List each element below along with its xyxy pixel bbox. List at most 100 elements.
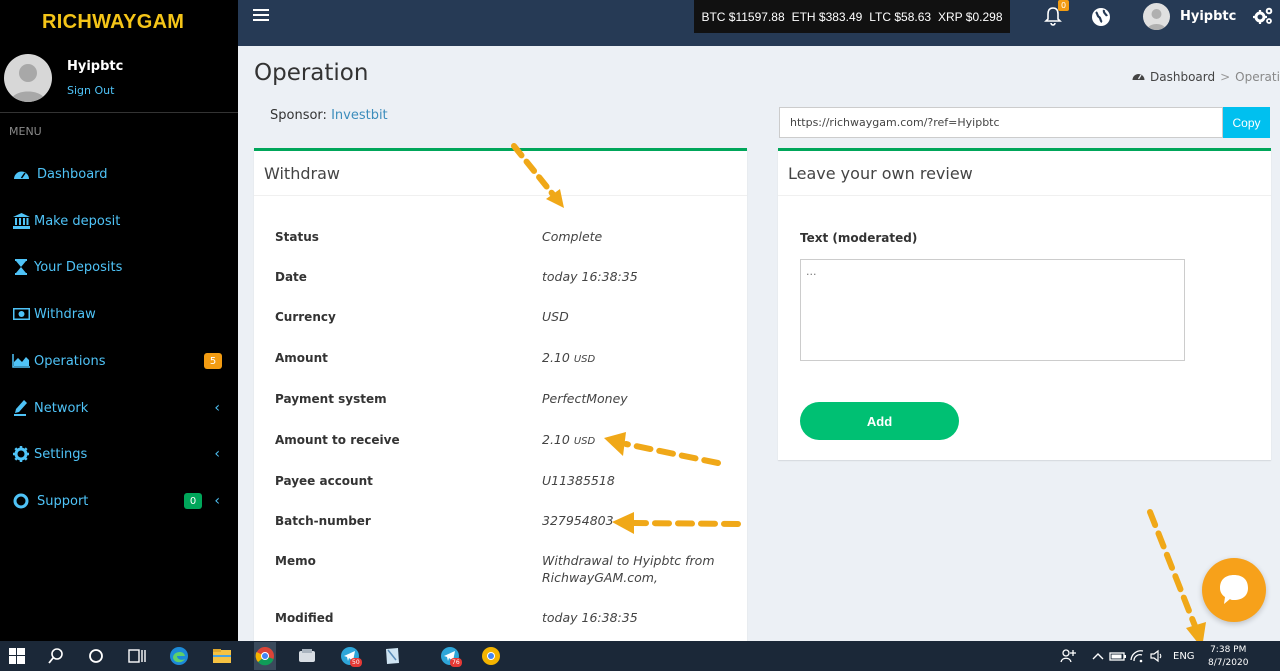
amount-number: 2.10 [542,350,570,365]
breadcrumb-current: Operation [1235,70,1280,84]
people-icon[interactable] [1058,646,1078,666]
copy-button[interactable]: Copy [1223,107,1270,138]
sidebar-item-label: Withdraw [34,306,96,322]
file-explorer-icon[interactable] [212,646,232,666]
sidebar-item-label: Your Deposits [34,259,123,275]
sidebar: RICHWAYGAM Hyipbtc Sign Out MENU Dashboa… [0,0,238,641]
top-username[interactable]: Hyipbtc [1180,9,1236,24]
sidebar-item-make-deposit[interactable]: Make deposit [0,203,238,239]
breadcrumb-home-link[interactable]: Dashboard [1150,70,1215,84]
review-text-label: Text (moderated) [800,231,918,245]
breadcrumb-separator: > [1220,70,1231,84]
ticker-ltc: LTC $58.63 [869,9,932,24]
avatar[interactable] [1143,3,1170,30]
operations-count-badge: 5 [204,353,222,369]
chevron-left-icon: ‹ [214,446,220,462]
detail-label: Payee account [275,474,373,488]
detail-label: Date [275,270,307,284]
ticker-btc: BTC $11597.88 [701,9,785,24]
sidebar-item-network[interactable]: Network ‹ [0,390,238,426]
chat-widget-button[interactable] [1202,558,1266,622]
add-review-button[interactable]: Add [800,402,959,440]
sidebar-item-label: Make deposit [34,213,121,229]
payment-system-value: PerfectMoney [542,391,628,406]
review-textarea[interactable] [800,259,1185,361]
sign-out-link[interactable]: Sign Out [67,84,114,97]
detail-label: Currency [275,310,336,324]
cogs-icon[interactable] [1252,6,1274,26]
telegram-unread-badge: 76 [450,658,462,667]
amount-value: 2.10 USD [542,349,732,368]
notification-badge: 0 [1058,0,1069,11]
pen-icon [12,399,30,417]
edge-browser-icon[interactable] [169,646,189,666]
globe-icon[interactable] [1091,7,1111,27]
detail-label: Amount [275,351,328,365]
withdraw-title: Withdraw [264,164,340,183]
language-indicator[interactable]: ENG [1173,651,1195,662]
search-icon[interactable] [46,646,66,666]
currency-value: USD [542,309,569,324]
app-icon[interactable] [297,646,317,666]
sidebar-item-label: Settings [34,446,88,462]
area-chart-icon [12,352,30,370]
amount-to-receive-value: 2.10 USD [542,431,732,450]
chevron-up-icon[interactable] [1088,646,1108,666]
chevron-left-icon: ‹ [214,493,220,509]
volume-icon[interactable] [1148,646,1168,666]
sidebar-item-your-deposits[interactable]: Your Deposits [0,249,238,285]
user-name: Hyipbtc [67,59,124,74]
top-navbar: BTC $11597.88 ETH $383.49 LTC $58.63 XRP… [238,0,1280,46]
sponsor-line: Sponsor: Investbit [270,108,388,123]
sponsor-label: Sponsor: [270,108,327,123]
detail-label: Amount to receive [275,433,400,447]
menu-toggle-icon[interactable] [253,9,269,23]
brand-logo[interactable]: RICHWAYGAM [0,0,238,44]
page-title: Operation [254,60,369,86]
divider [778,195,1271,196]
sidebar-item-dashboard[interactable]: Dashboard [0,156,238,192]
amount-unit: USD [573,354,596,365]
detail-label: Modified [275,611,334,625]
modified-value: today 16:38:35 [542,610,638,625]
ticker-xrp: XRP $0.298 [938,9,1003,24]
ticker-eth: ETH $383.49 [791,9,863,24]
telegram-unread-badge: 50 [350,658,362,667]
task-view-icon[interactable] [127,646,147,666]
bank-icon [12,212,30,230]
chrome-active-icon[interactable] [254,642,276,670]
sidebar-item-label: Dashboard [37,166,108,182]
date-value: today 16:38:35 [542,269,638,284]
referral-link-input[interactable] [779,107,1223,138]
clock-date: 8/7/2020 [1208,658,1249,668]
sidebar-item-settings[interactable]: Settings ‹ [0,436,238,472]
battery-icon[interactable] [1108,646,1128,666]
divider [254,195,747,196]
system-clock[interactable]: 7:38 PM 8/7/2020 [1208,644,1248,670]
withdraw-panel: Withdraw Status Complete Date today 16:3… [254,148,747,648]
detail-label: Batch-number [275,514,371,528]
detail-label: Status [275,230,319,244]
chat-bubble-icon [1220,575,1248,604]
review-panel: Leave your own review Text (moderated) A… [778,148,1271,460]
dashboard-icon [1132,70,1145,84]
sidebar-item-support[interactable]: Support 0 ‹ [0,483,238,519]
chrome-icon[interactable] [481,646,501,666]
sidebar-item-withdraw[interactable]: Withdraw [0,296,238,332]
gear-icon [12,445,30,463]
review-title: Leave your own review [788,164,973,183]
wifi-icon[interactable] [1128,646,1148,666]
sidebar-item-operations[interactable]: Operations 5 [0,343,238,379]
lifebuoy-icon [12,492,30,510]
amount-unit: USD [573,436,596,447]
payee-account-value: U11385518 [542,473,615,488]
breadcrumb: Dashboard > Operation [1132,70,1280,84]
sponsor-link[interactable]: Investbit [331,108,388,123]
batch-number-value: 327954803 [542,513,614,528]
dashboard-icon [12,165,30,183]
windows-start-icon[interactable] [7,646,27,666]
clock-time: 7:38 PM [1210,645,1247,655]
notepad-icon[interactable] [382,646,402,666]
detail-label: Memo [275,554,316,568]
cortana-icon[interactable] [86,646,106,666]
